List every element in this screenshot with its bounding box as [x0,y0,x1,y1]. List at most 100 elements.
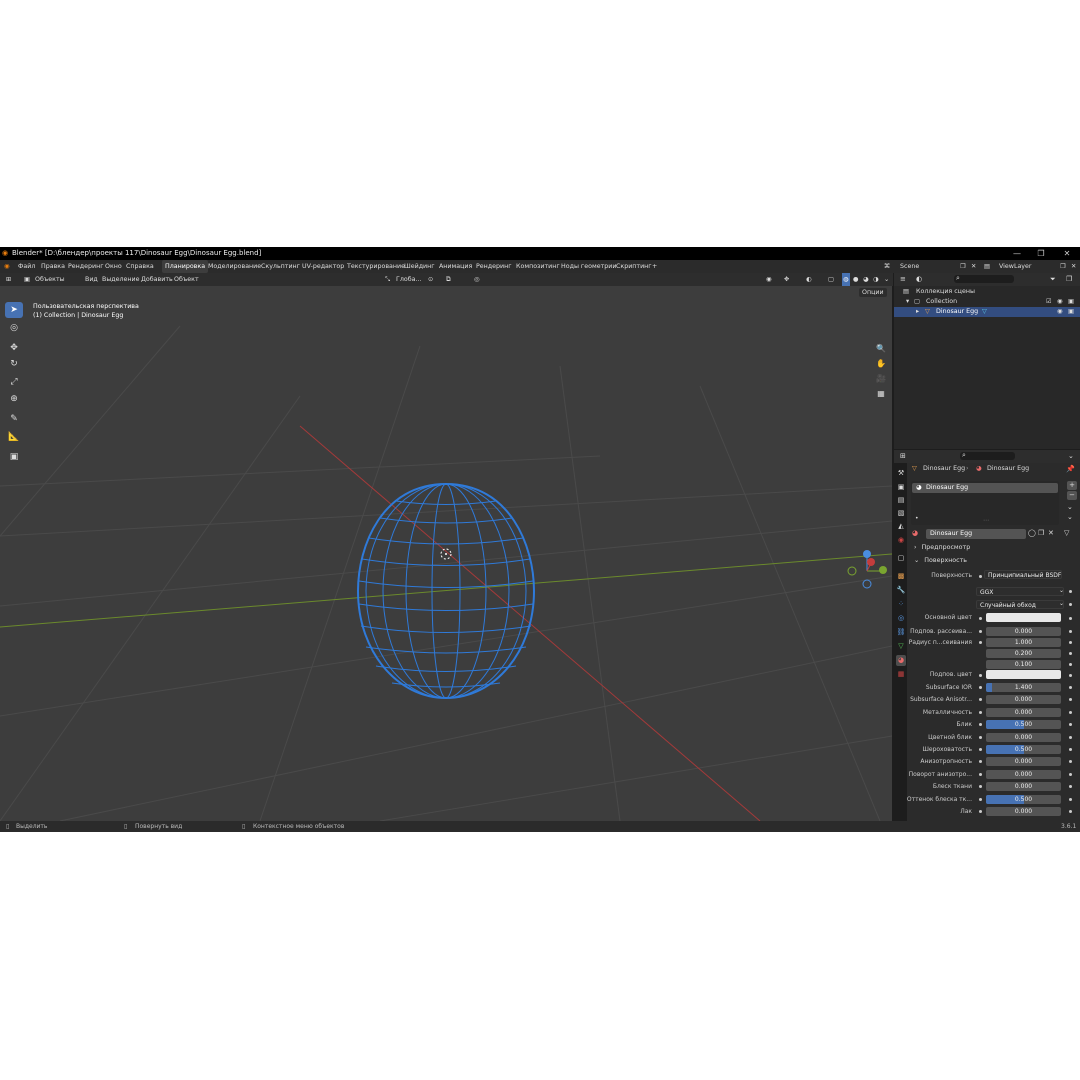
tab-geometry-nodes[interactable]: Ноды геометрии [561,260,616,273]
surface-shader-dropdown[interactable]: Принципиальный BSDF [984,570,1062,579]
cursor-tool-icon[interactable]: ◎ [5,320,23,336]
slot-move-icon[interactable]: ⌄ [1067,513,1073,521]
property-value-field[interactable]: 0.500 [986,745,1061,754]
particles-tab-icon[interactable]: ⁘ [896,599,906,610]
socket-icon[interactable] [1069,617,1072,620]
transform-orientation-dropdown[interactable]: Глоба... [396,273,421,286]
tab-rendering[interactable]: Рендеринг [476,260,512,273]
material-link-icon[interactable]: ▽ [1064,529,1069,537]
add-cube-tool-icon[interactable]: ▣ [5,449,23,465]
property-value-field[interactable]: 0.000 [986,807,1061,816]
socket-icon[interactable] [1069,663,1072,666]
render-tab-icon[interactable]: ▣ [896,482,906,493]
socket-icon[interactable] [979,772,982,776]
render-camera-icon[interactable]: ▣ [1068,297,1074,307]
scene-delete-icon[interactable]: ✕ [971,260,976,273]
physics-tab-icon[interactable]: ◎ [896,613,906,624]
menu-add[interactable]: Добавить [141,273,173,286]
socket-icon[interactable] [1069,652,1072,655]
collection-tab-icon[interactable]: ▢ [896,553,906,564]
tab-compositing[interactable]: Композитинг [516,260,560,273]
property-value-field[interactable]: 0.000 [986,782,1061,792]
socket-icon[interactable] [1069,810,1072,813]
view-layer-copy-icon[interactable]: ❐ [1060,260,1066,273]
properties-search-input[interactable] [960,452,1015,460]
camera-view-icon[interactable]: 🎥 [874,372,888,386]
socket-icon[interactable] [979,698,982,702]
transform-orientation-icon[interactable]: ⤡ [385,273,390,286]
preview-panel-header[interactable]: › Предпросмотр [914,544,970,551]
editor-type-icon[interactable]: ⊞ [6,273,11,286]
annotate-tool-icon[interactable]: ✎ [5,411,23,427]
socket-icon[interactable] [979,630,982,633]
shading-options-icon[interactable]: ⌄ [884,273,889,286]
output-tab-icon[interactable]: ▤ [896,495,906,506]
menu-help[interactable]: Справка [126,260,154,273]
socket-icon[interactable] [1069,723,1072,727]
menu-object[interactable]: Объект [174,273,199,286]
socket-icon[interactable] [1069,797,1072,801]
scene-tab-icon[interactable]: ◭ [896,521,906,532]
remove-slot-button[interactable]: − [1067,491,1077,500]
tab-uv-editor[interactable]: UV-редактор [302,260,344,273]
mode-dropdown[interactable]: Объекты [35,273,65,286]
menu-edit[interactable]: Правка [41,260,65,273]
overlay-toggle-icon[interactable]: ◐ [806,273,812,286]
view-layer-name[interactable]: ViewLayer [999,260,1032,273]
socket-icon[interactable] [979,617,982,620]
expand-arrow-icon[interactable]: ▸ [916,307,919,317]
socket-icon[interactable] [979,760,982,764]
socket-icon[interactable] [1069,674,1072,677]
socket-icon[interactable] [1069,630,1072,633]
socket-icon[interactable] [979,785,982,789]
pan-hand-icon[interactable]: ✋ [874,357,888,371]
socket-icon[interactable] [979,735,982,739]
filter-icon[interactable]: ⏷ [1050,275,1056,284]
gizmo-toggle-icon[interactable]: ✥ [784,273,789,286]
tab-shading[interactable]: Шейдинг [404,260,435,273]
object-tab-icon[interactable]: ▩ [896,571,906,582]
menu-render[interactable]: Рендеринг [68,260,104,273]
property-value-field[interactable]: 0.000 [986,707,1061,717]
outliner-display-mode-icon[interactable]: ◐ [916,275,922,283]
socket-icon[interactable] [1069,735,1072,739]
material-name-field[interactable]: Dinosaur Egg [926,529,1026,539]
property-value-field[interactable]: 1.400 [986,683,1061,692]
minimize-button[interactable]: — [1004,247,1030,260]
scene-copy-icon[interactable]: ❐ [960,260,966,273]
mode-icon[interactable]: ▣ [24,273,30,286]
shading-material-icon[interactable]: ◕ [863,273,869,286]
material-tab-icon[interactable]: ◕ [896,655,906,666]
data-tab-icon[interactable]: ▽ [896,641,906,652]
list-resize-handle[interactable]: ⋯ [983,517,989,524]
property-value-field[interactable]: 0.000 [986,757,1061,767]
tab-texture-paint[interactable]: Текстурирование [347,260,405,273]
texture-tab-icon[interactable]: ▦ [896,669,906,680]
fake-user-icon[interactable]: ◯ [1028,529,1036,537]
proportional-edit-icon[interactable]: ◎ [474,273,480,286]
socket-icon[interactable] [979,575,982,578]
shading-solid-icon[interactable]: ● [853,273,859,286]
scene-name[interactable]: Scene [900,260,919,273]
properties-editor-icon[interactable]: ⊞ [900,452,906,460]
socket-icon[interactable] [979,641,982,644]
socket-icon[interactable] [1069,760,1072,764]
socket-icon[interactable] [1069,641,1072,644]
property-value-field[interactable]: 0.000 [986,695,1061,705]
subsurface-method-dropdown[interactable]: Случайный обход [976,600,1064,609]
pin-icon[interactable]: 📌 [1066,465,1075,473]
shading-rendered-icon[interactable]: ◑ [873,273,879,286]
view-layer-delete-icon[interactable]: ✕ [1071,260,1076,273]
socket-icon[interactable] [979,748,982,751]
measure-tool-icon[interactable]: 📐 [5,429,23,445]
material-slot-item[interactable]: ◕ Dinosaur Egg [912,483,1058,493]
property-value-field[interactable]: 0.000 [986,627,1061,636]
socket-icon[interactable] [979,810,982,813]
property-value-field[interactable]: 1.000 [986,638,1061,647]
property-value-field[interactable]: 0.200 [986,649,1061,658]
constraints-tab-icon[interactable]: ⛓ [896,627,906,638]
property-value-field[interactable]: 0.000 [986,732,1061,742]
rotate-tool-icon[interactable]: ↻ [5,356,23,372]
distribution-dropdown[interactable]: GGX [976,587,1064,596]
options-dropdown[interactable]: Опции [859,288,887,297]
